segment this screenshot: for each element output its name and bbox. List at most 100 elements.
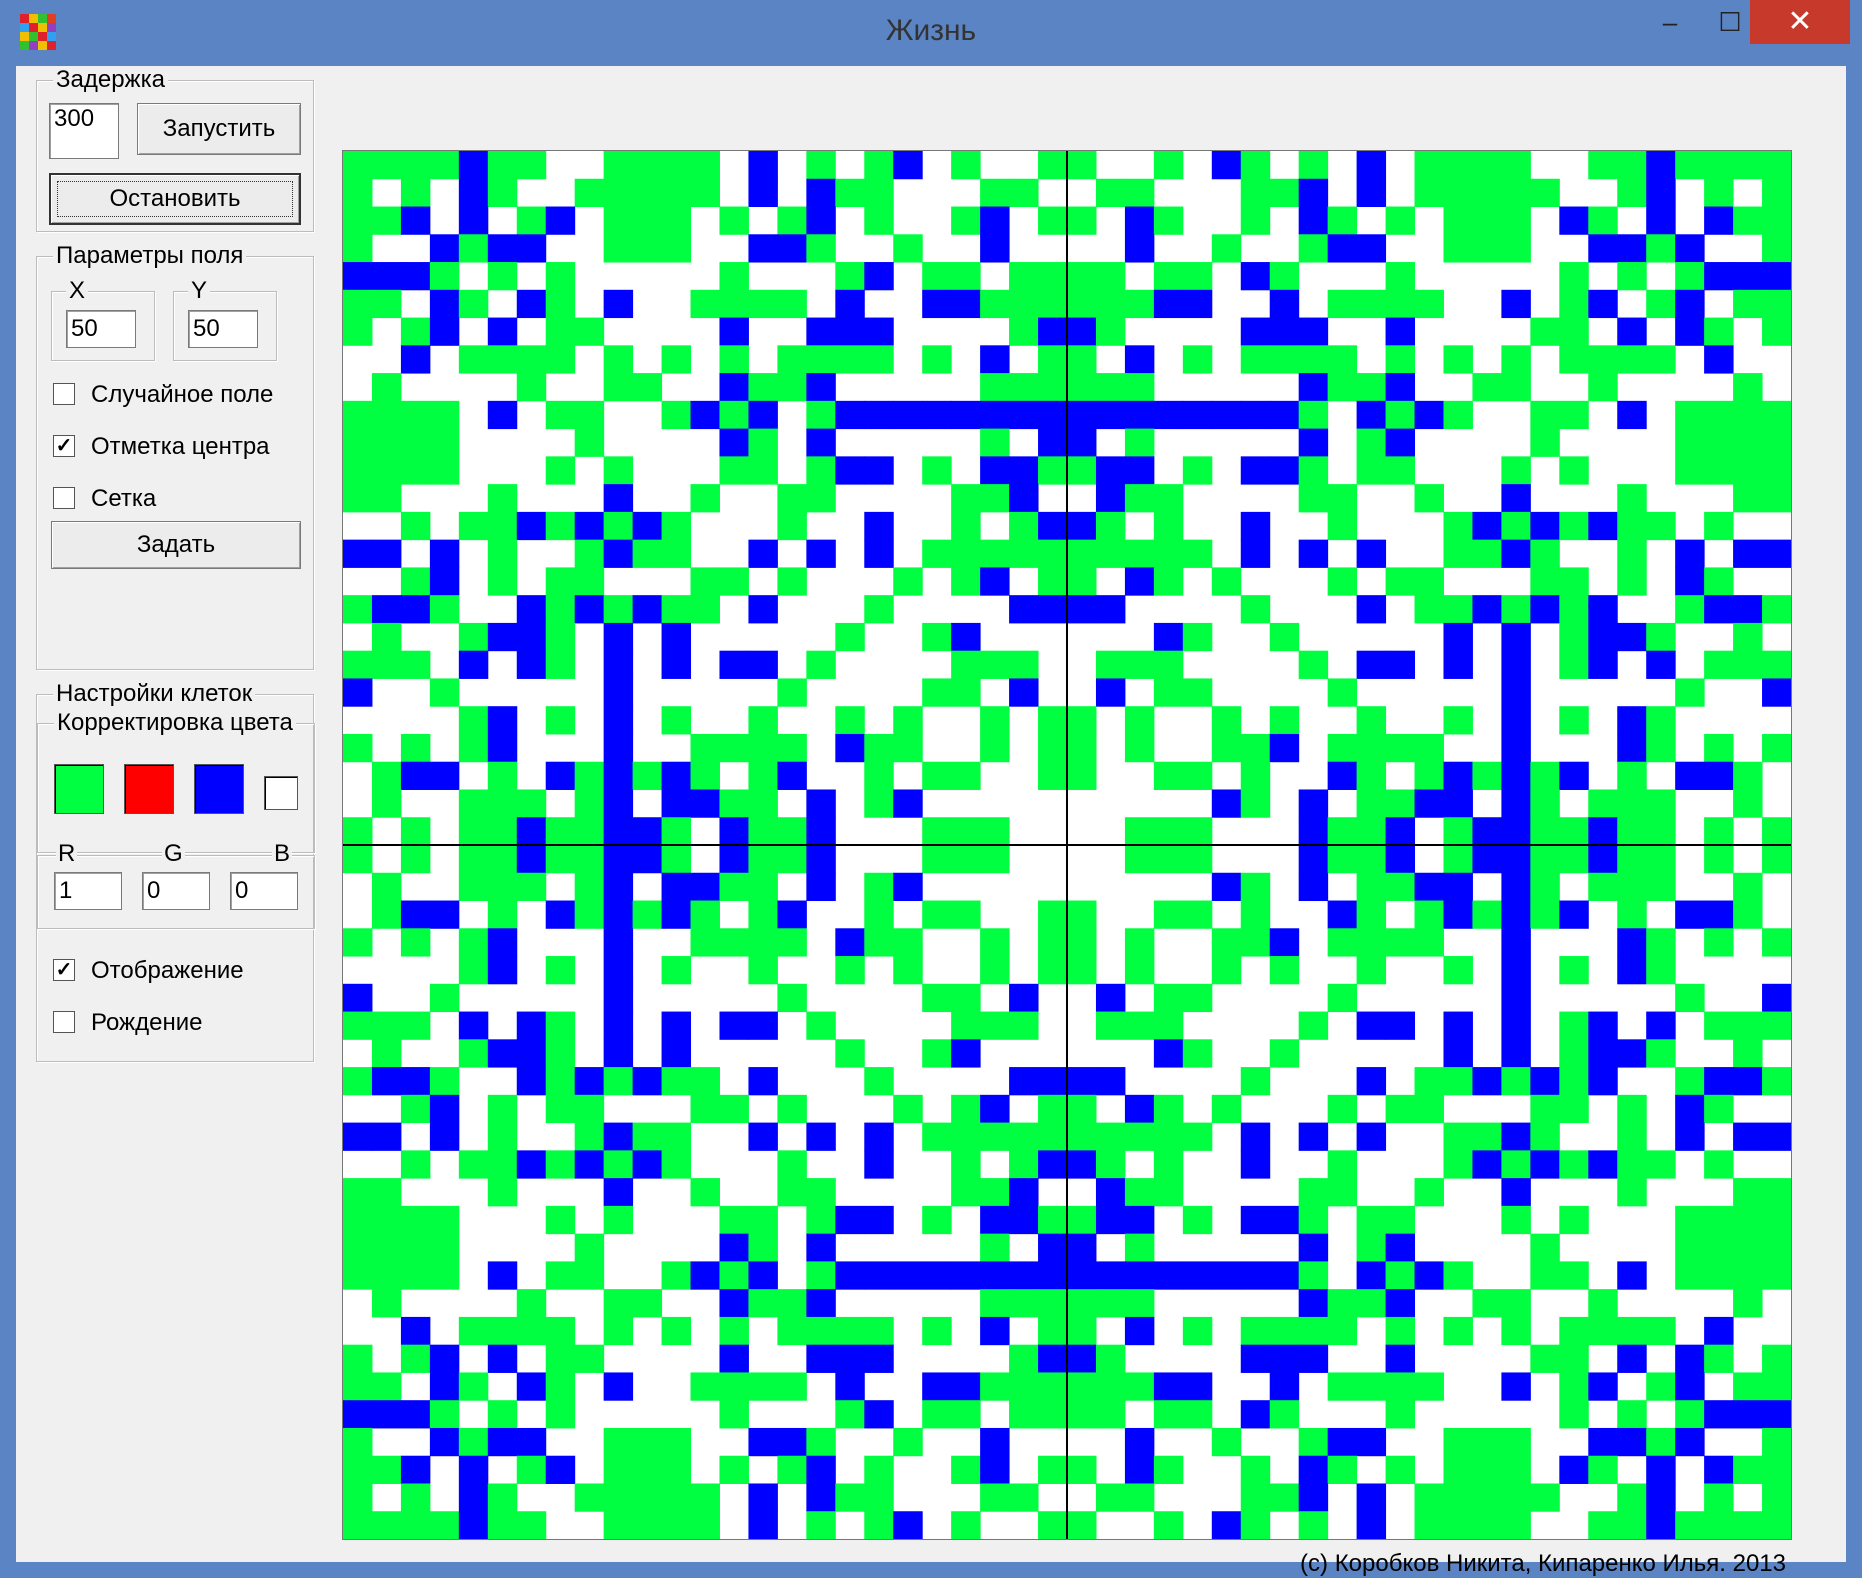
alive-cell <box>487 178 518 208</box>
alive-cell <box>1472 234 1502 263</box>
alive-cell <box>719 1094 749 1124</box>
alive-cell <box>343 1372 373 1401</box>
b-input[interactable]: 0 <box>230 872 298 910</box>
grid-check[interactable] <box>53 487 75 509</box>
alive-cell <box>1009 539 1039 568</box>
born-cell <box>777 1427 807 1457</box>
alive-cell <box>1501 1427 1531 1457</box>
random-field-check[interactable] <box>53 383 75 405</box>
display-check[interactable]: ✓ <box>53 959 75 981</box>
alive-cell <box>545 1205 576 1235</box>
born-cell <box>748 1427 778 1457</box>
alive-cell <box>1124 1178 1155 1207</box>
alive-cell <box>1009 1372 1039 1401</box>
born-cell <box>1067 1150 1097 1179</box>
alive-cell <box>1298 345 1329 374</box>
alive-cell <box>487 900 518 929</box>
empty-color-swatch[interactable] <box>264 776 298 810</box>
alive-cell <box>1704 1150 1734 1179</box>
start-button[interactable]: Запустить <box>137 103 301 155</box>
born-color-swatch[interactable] <box>194 764 244 814</box>
set-button[interactable]: Задать <box>51 521 301 569</box>
alive-cell <box>545 1372 576 1401</box>
alive-cell <box>400 1150 431 1179</box>
born-cell <box>603 872 634 902</box>
alive-cell <box>1472 373 1502 402</box>
alive-cell <box>835 622 865 652</box>
alive-cell <box>806 151 836 180</box>
born-cell <box>1124 1094 1155 1124</box>
born-cell <box>1124 1455 1155 1484</box>
born-cell <box>429 234 460 263</box>
dead-color-swatch[interactable] <box>124 764 174 814</box>
minimize-button[interactable]: ‒ <box>1640 0 1700 44</box>
alive-color-swatch[interactable] <box>54 764 104 814</box>
life-field[interactable] <box>342 150 1792 1540</box>
birth-check[interactable] <box>53 1011 75 1033</box>
alive-cell <box>661 151 692 180</box>
born-cell <box>1269 400 1300 430</box>
alive-cell <box>1733 1178 1763 1207</box>
alive-cell <box>1038 1122 1068 1151</box>
alive-cell <box>893 706 923 735</box>
alive-cell <box>1646 622 1676 652</box>
born-cell <box>719 373 749 402</box>
alive-cell <box>1038 262 1068 291</box>
alive-cell <box>1443 1316 1473 1346</box>
alive-cell <box>748 428 778 457</box>
delay-input[interactable]: 300 <box>49 103 119 159</box>
alive-cell <box>1385 789 1416 818</box>
alive-cell <box>1530 400 1560 430</box>
alive-cell <box>951 650 981 679</box>
alive-cell <box>777 484 807 513</box>
alive-cell <box>516 1316 547 1346</box>
center-mark-check[interactable]: ✓ <box>53 435 75 457</box>
alive-cell <box>980 956 1010 985</box>
alive-cell <box>806 345 836 374</box>
born-cell <box>1240 1205 1271 1235</box>
alive-cell <box>1704 817 1734 846</box>
born-cell <box>1646 1455 1676 1484</box>
alive-cell <box>371 872 402 902</box>
alive-cell <box>1327 345 1358 374</box>
alive-cell <box>1095 373 1126 402</box>
alive-cell <box>1327 1455 1358 1484</box>
alive-cell <box>922 262 952 291</box>
alive-cell <box>1356 956 1387 985</box>
alive-cell <box>1617 1094 1647 1124</box>
alive-cell <box>1153 539 1184 568</box>
born-cell <box>893 400 923 430</box>
alive-cell <box>1443 706 1473 735</box>
born-cell <box>1501 1372 1531 1401</box>
born-cell <box>1501 983 1531 1013</box>
born-cell <box>661 761 692 790</box>
alive-cell <box>922 761 952 790</box>
born-cell <box>1617 234 1647 263</box>
born-cell <box>1385 650 1416 679</box>
alive-cell <box>574 1094 605 1124</box>
stop-button[interactable]: Остановить <box>49 173 301 225</box>
born-cell <box>661 622 692 652</box>
born-cell <box>1617 1039 1647 1068</box>
born-cell <box>516 817 547 846</box>
alive-cell <box>487 1094 518 1124</box>
close-button[interactable]: ✕ <box>1750 0 1850 44</box>
alive-cell <box>1009 1483 1039 1512</box>
alive-cell <box>1356 900 1387 929</box>
x-input[interactable]: 50 <box>66 310 136 348</box>
alive-cell <box>690 761 720 790</box>
alive-cell <box>1617 817 1647 846</box>
alive-cell <box>458 1039 489 1068</box>
g-input[interactable]: 0 <box>142 872 210 910</box>
alive-cell <box>980 1372 1010 1401</box>
alive-cell <box>1240 1483 1271 1512</box>
born-cell <box>1559 1455 1589 1484</box>
alive-cell <box>343 928 373 957</box>
alive-cell <box>574 817 605 846</box>
alive-cell <box>1269 1483 1300 1512</box>
y-input[interactable]: 50 <box>188 310 258 348</box>
title-bar[interactable]: Жизнь ‒ ☐ ✕ <box>0 0 1862 66</box>
born-cell <box>1153 1261 1184 1290</box>
r-input[interactable]: 1 <box>54 872 122 910</box>
alive-cell <box>1762 1261 1791 1290</box>
